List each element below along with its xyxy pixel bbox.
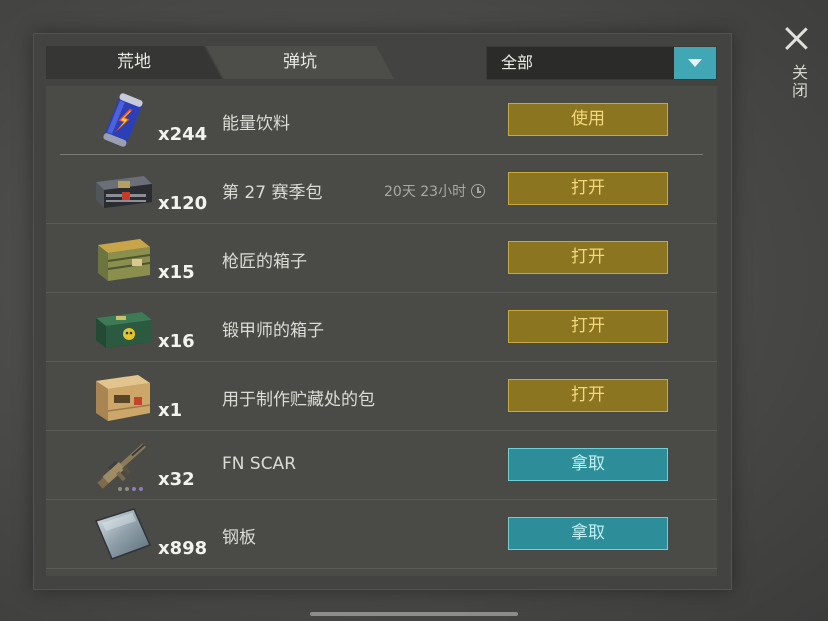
use-button[interactable]: 使用 [508, 103, 668, 136]
open-button[interactable]: 打开 [508, 379, 668, 412]
season-box-icon [96, 176, 152, 208]
divider [46, 568, 717, 569]
item-quantity: x120 [158, 193, 208, 214]
item-quantity: x244 [158, 124, 208, 145]
item-list[interactable]: x244 能量饮料 使用 x120 第 27 赛季包 20天 23小时 打开 x… [46, 86, 717, 576]
green-chest-icon [96, 312, 152, 348]
list-item: x15 枪匠的箱子 打开 [46, 224, 717, 293]
chevron-down-icon [688, 59, 702, 67]
list-item: x120 第 27 赛季包 20天 23小时 打开 [46, 155, 717, 224]
cardboard-crate-icon [96, 375, 151, 421]
tab-crater[interactable]: 弹坑 [206, 46, 394, 79]
close-label[interactable]: 关闭 [786, 64, 810, 100]
list-item: x16 锻甲师的箱子 打开 [46, 293, 717, 362]
timer-text: 20天 23小时 [384, 184, 467, 200]
tab-wasteland[interactable]: 荒地 [46, 46, 222, 79]
take-button[interactable]: 拿取 [508, 517, 668, 550]
list-item: x244 能量饮料 使用 [46, 86, 717, 155]
item-name: FN SCAR [222, 454, 297, 474]
rifle-icon [97, 443, 146, 489]
filter-value: 全部 [501, 53, 534, 72]
item-quantity: x15 [158, 262, 195, 283]
list-item: x32 FN SCAR 拿取 [46, 431, 717, 500]
item-quantity: x32 [158, 469, 195, 490]
wooden-crate-icon [98, 239, 151, 281]
open-button[interactable]: 打开 [508, 241, 668, 274]
item-quantity: x898 [158, 538, 208, 559]
item-quantity: x1 [158, 400, 183, 421]
energy-drink-icon [103, 93, 143, 147]
expiry-timer: 20天 23小时 [384, 181, 486, 201]
take-button[interactable]: 拿取 [508, 448, 668, 481]
steel-plate-icon [94, 508, 152, 560]
list-item: x1 用于制作贮藏处的包 打开 [46, 362, 717, 431]
inventory-panel: 荒地 弹坑 全部 x244 能量饮料 使用 x120 第 27 赛季包 20天 … [33, 33, 732, 590]
item-name: 第 27 赛季包 [222, 183, 323, 203]
item-name: 钢板 [222, 528, 256, 548]
item-quantity: x16 [158, 331, 195, 352]
home-indicator[interactable] [310, 612, 518, 616]
item-name: 能量饮料 [222, 114, 290, 134]
close-icon[interactable] [783, 25, 809, 51]
rarity-dots [118, 487, 143, 491]
item-name: 用于制作贮藏处的包 [222, 390, 375, 410]
item-name: 锻甲师的箱子 [222, 321, 324, 341]
filter-dropdown[interactable]: 全部 [486, 46, 717, 80]
dropdown-toggle-button[interactable] [674, 47, 716, 79]
list-item: x898 钢板 拿取 [46, 500, 717, 569]
clock-icon [471, 184, 486, 198]
open-button[interactable]: 打开 [508, 310, 668, 343]
item-name: 枪匠的箱子 [222, 252, 307, 272]
open-button[interactable]: 打开 [508, 172, 668, 205]
